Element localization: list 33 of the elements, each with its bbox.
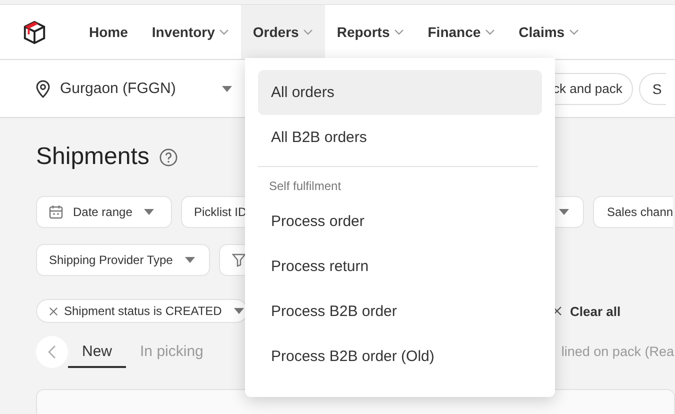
menu-item[interactable]: All orders	[258, 70, 542, 115]
caret-down-icon	[234, 308, 244, 314]
menu-item[interactable]: All B2B orders	[258, 115, 542, 160]
menu-item[interactable]: Process B2B order	[258, 289, 542, 334]
caret-down-icon	[184, 257, 195, 263]
filter-button[interactable]: Sales chann	[593, 196, 673, 228]
help-icon[interactable]	[159, 148, 178, 166]
filter-select[interactable]: Shipping Provider Type	[36, 244, 210, 276]
page-title: Shipments	[36, 143, 150, 171]
location-pin-icon	[36, 80, 50, 98]
action-button[interactable]: S	[639, 72, 666, 104]
date-range-filter[interactable]: Date range	[36, 196, 172, 228]
nav-menu-item[interactable]: Claims	[506, 5, 591, 59]
nav-menu-item[interactable]: Reports	[324, 5, 416, 59]
menu-item[interactable]: Process order	[258, 199, 542, 244]
caret-down-icon	[222, 86, 232, 92]
cube-logo-icon	[22, 20, 47, 44]
menu-section-label: Self fulfilment	[268, 178, 342, 195]
caret-down-icon	[144, 209, 154, 215]
calendar-icon	[49, 205, 63, 219]
menu-item[interactable]: Process B2B order (Old)	[258, 334, 542, 379]
menu-item[interactable]: Process return	[258, 244, 542, 289]
caret-down-icon	[559, 209, 569, 215]
funnel-icon	[232, 253, 246, 267]
tab[interactable]: New	[68, 336, 126, 368]
nav-menu-item[interactable]: Inventory	[140, 5, 241, 59]
close-icon[interactable]	[49, 306, 58, 316]
nav-menu-item[interactable]: Finance	[416, 5, 507, 59]
location-select[interactable]: Gurgaon (FGGN)	[36, 80, 232, 98]
nav-menu-item[interactable]: Orders	[240, 5, 325, 59]
nav-menu-item[interactable]: Home	[77, 5, 140, 59]
chevron-left-icon	[48, 345, 56, 359]
filter-chip: Shipment status is CREATED	[36, 299, 248, 323]
